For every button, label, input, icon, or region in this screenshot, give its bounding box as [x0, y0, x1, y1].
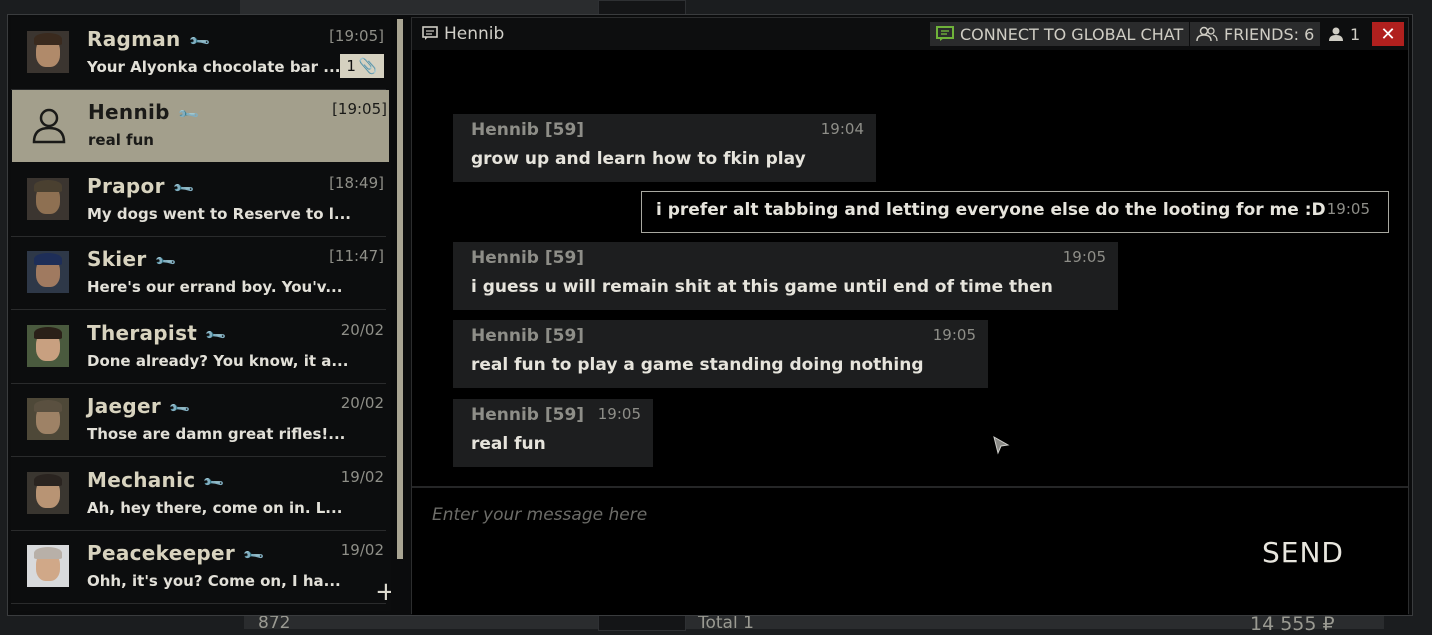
contact-mechanic[interactable]: Mechanic 🔧 Ah, hey there, come on in. L..…	[11, 458, 386, 531]
contact-list-scrollbar[interactable]	[397, 19, 403, 559]
ragman-portrait	[27, 31, 69, 73]
attachment-count: 1	[346, 57, 356, 75]
online-count[interactable]: 1	[1322, 22, 1366, 46]
friends-label: FRIENDS: 6	[1224, 24, 1315, 44]
background-bottom-strip	[244, 614, 1384, 629]
background-total-text: Total 1	[698, 613, 754, 633]
contact-preview: Those are damn great rifles!...	[87, 425, 346, 443]
message-author: Hennib [59]	[471, 326, 585, 346]
trader-icon: 🔧	[202, 471, 227, 495]
message-received: Hennib [59] 19:05 i guess u will remain …	[453, 242, 1118, 310]
global-chat-icon	[936, 26, 954, 41]
chat-panel: Hennib CONNECT TO GLOBAL CHAT FRIENDS: 6…	[411, 17, 1409, 615]
contact-time: [19:05]	[329, 27, 384, 45]
contact-preview: Ah, hey there, come on in. L...	[87, 499, 343, 517]
online-count-value: 1	[1350, 24, 1361, 44]
trader-icon: 🔧	[187, 30, 212, 54]
message-received: Hennib [59] 19:04 grow up and learn how …	[453, 114, 876, 182]
mouse-cursor-icon	[993, 435, 1010, 455]
global-chat-button[interactable]: CONNECT TO GLOBAL CHAT	[930, 22, 1190, 46]
chat-title: Hennib	[444, 24, 505, 44]
message-author: Hennib [59]	[471, 120, 585, 140]
contact-name: Mechanic	[87, 468, 196, 492]
chat-header: Hennib CONNECT TO GLOBAL CHAT FRIENDS: 6…	[412, 18, 1408, 50]
contact-therapist[interactable]: Therapist 🔧 Done already? You know, it a.…	[11, 311, 386, 384]
contact-time: 20/02	[340, 394, 384, 412]
message-text: real fun to play a game standing doing n…	[471, 355, 924, 375]
contact-name: Ragman	[87, 27, 181, 51]
contact-name: Therapist	[87, 321, 198, 345]
message-text: i prefer alt tabbing and letting everyon…	[656, 200, 1326, 220]
message-sent: i prefer alt tabbing and letting everyon…	[641, 191, 1389, 233]
peacekeeper-portrait	[27, 545, 69, 587]
contact-preview: Here's our errand boy. You'v...	[87, 278, 343, 296]
contact-time: 20/02	[340, 321, 384, 339]
contact-name: Peacekeeper	[87, 541, 236, 565]
contact-preview: Done already? You know, it a...	[87, 352, 349, 370]
friends-button[interactable]: FRIENDS: 6	[1190, 22, 1321, 46]
message-input[interactable]	[430, 500, 1214, 530]
close-button[interactable]: ✕	[1372, 22, 1404, 46]
message-text: i guess u will remain shit at this game …	[471, 277, 1053, 297]
message-received: Hennib [59] 19:05 real fun to play a gam…	[453, 320, 988, 388]
add-chat-button[interactable]: +	[375, 577, 391, 607]
message-time: 19:05	[597, 405, 641, 423]
contact-name: Skier	[87, 247, 147, 271]
message-author: Hennib [59]	[471, 405, 585, 425]
contact-preview: My dogs went to Reserve to l...	[87, 205, 351, 223]
trader-icon: 🔧	[171, 177, 196, 201]
chat-bubble-icon	[422, 26, 438, 40]
message-text: grow up and learn how to fkin play	[471, 149, 806, 169]
contact-name: Prapor	[87, 174, 165, 198]
contact-preview: Your Alyonka chocolate bar ...	[87, 58, 341, 76]
send-button[interactable]: SEND	[1262, 536, 1344, 569]
jaeger-portrait	[27, 398, 69, 440]
message-received: Hennib [59] 19:05 real fun	[453, 399, 653, 467]
contact-ragman[interactable]: Ragman 🔧 Your Alyonka chocolate bar ... […	[11, 17, 386, 90]
contact-skier[interactable]: Skier 🔧 Here's our errand boy. You'v... […	[11, 237, 386, 310]
background-roubles: 14 555 ₽	[1250, 613, 1335, 635]
message-text: real fun	[471, 434, 546, 454]
attachment-badge[interactable]: 1 📎	[340, 54, 384, 78]
trader-icon: 🔧	[176, 103, 201, 127]
trader-icon: 🔧	[153, 250, 178, 274]
contact-peacekeeper[interactable]: Peacekeeper 🔧 Ohh, it's you? Come on, I h…	[11, 531, 386, 604]
message-time: 19:05	[1062, 248, 1106, 266]
contact-name: Hennib	[88, 100, 170, 124]
message-time: 19:05	[1326, 200, 1370, 218]
mechanic-portrait	[27, 472, 69, 514]
contact-time: 19/02	[340, 468, 384, 486]
contact-preview: real fun	[88, 131, 154, 149]
user-placeholder-icon	[28, 104, 70, 146]
global-chat-label: CONNECT TO GLOBAL CHAT	[960, 24, 1184, 44]
contact-time: [11:47]	[329, 247, 384, 265]
contact-time: [18:49]	[329, 174, 384, 192]
person-icon	[1329, 27, 1343, 41]
background-number: 872	[258, 613, 291, 633]
message-composer: SEND	[412, 486, 1408, 615]
trader-icon: 🔧	[204, 324, 228, 348]
contact-prapor[interactable]: Prapor 🔧 My dogs went to Reserve to l... …	[11, 164, 386, 237]
contact-list: Ragman 🔧 Your Alyonka chocolate bar ... […	[11, 17, 391, 611]
contact-time: 19/02	[340, 541, 384, 559]
contact-preview: Ohh, it's you? Come on, I ha...	[87, 572, 341, 590]
friends-icon	[1196, 26, 1218, 42]
message-time: 19:05	[932, 326, 976, 344]
contact-hennib[interactable]: Hennib 🔧 real fun [19:05]	[12, 90, 389, 162]
prapor-portrait	[27, 178, 69, 220]
trader-icon: 🔧	[242, 544, 266, 568]
contact-name: Jaeger	[87, 394, 162, 418]
trader-icon: 🔧	[167, 397, 192, 421]
therapist-portrait	[27, 325, 69, 367]
contact-time: [19:05]	[332, 100, 387, 118]
message-author: Hennib [59]	[471, 248, 585, 268]
background-top-strip	[240, 0, 640, 14]
background-item-slot-bottom	[598, 614, 686, 631]
paperclip-icon: 📎	[358, 57, 378, 75]
skier-portrait	[27, 251, 69, 293]
messenger-window: Ragman 🔧 Your Alyonka chocolate bar ... […	[7, 14, 1413, 616]
contact-jaeger[interactable]: Jaeger 🔧 Those are damn great rifles!... …	[11, 384, 386, 457]
message-time: 19:04	[820, 120, 864, 138]
